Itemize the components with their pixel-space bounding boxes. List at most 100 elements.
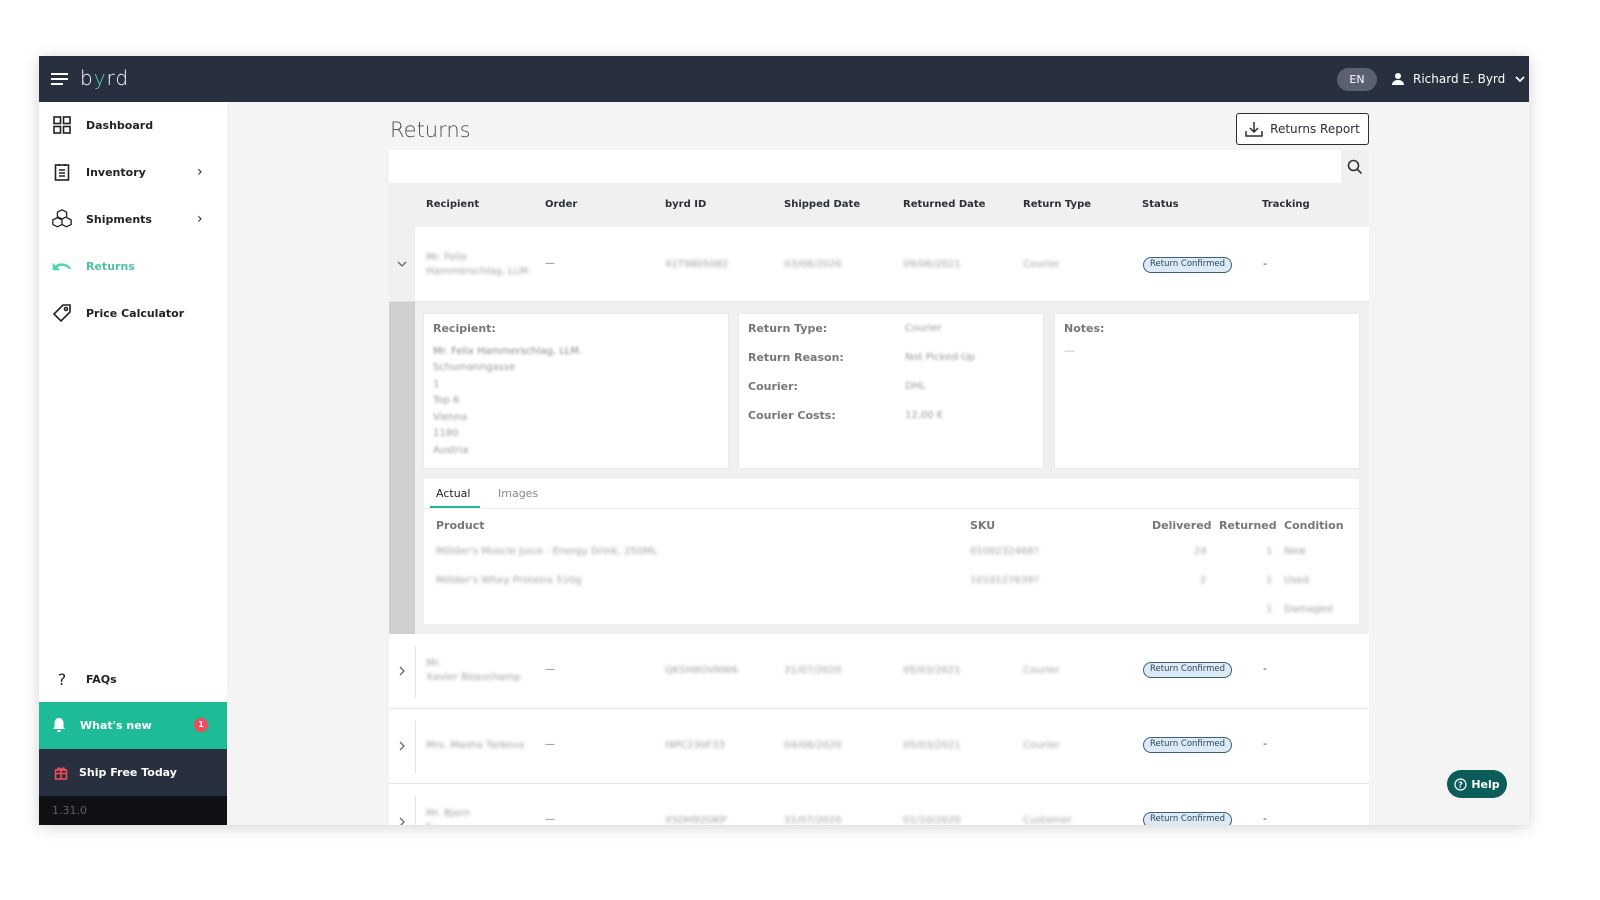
user-menu[interactable]: Richard E. Byrd	[1391, 70, 1527, 88]
menu-icon[interactable]	[51, 73, 68, 86]
expand-button[interactable]	[389, 784, 415, 825]
returns-report-label: Returns Report	[1270, 122, 1360, 136]
clipboard-icon	[51, 161, 73, 183]
field-value: DHL	[905, 381, 926, 392]
tracking-cell: -	[1263, 812, 1267, 825]
whats-new-button[interactable]: What's new 1	[39, 702, 227, 749]
table-row[interactable]: Mrs. Masha Tarkova — I9PC230F33 04/08/20…	[389, 709, 1369, 784]
notes-card: Notes: —	[1055, 314, 1359, 468]
page-title: Returns	[390, 118, 471, 142]
address-line: Top 6	[433, 395, 460, 406]
column-header[interactable]: Tracking	[1262, 199, 1310, 210]
status-badge: Return Confirmed	[1143, 812, 1233, 825]
collapse-button[interactable]	[389, 227, 415, 301]
column-header[interactable]: Status	[1142, 199, 1179, 210]
sidebar-item-label: Shipments	[86, 212, 152, 226]
product-sku: 1010127639?	[970, 575, 1039, 586]
user-name: Richard E. Byrd	[1413, 72, 1506, 86]
returned-date-cell: 09/06/2021	[903, 259, 961, 270]
field-label: Return Reason:	[748, 351, 844, 364]
field-value: 12,00 €	[905, 410, 944, 421]
whats-new-label: What's new	[80, 719, 152, 732]
search-bar	[389, 150, 1369, 183]
address-line: Mr. Felix Hammerschlag, LLM.	[433, 346, 583, 357]
expand-button[interactable]	[389, 634, 415, 708]
help-button[interactable]: ? Help	[1447, 770, 1507, 798]
column-header[interactable]: Order	[545, 199, 577, 210]
return-details-panel: Recipient: Mr. Felix Hammerschlag, LLM. …	[389, 302, 1369, 634]
language-button[interactable]: EN	[1337, 68, 1377, 91]
byrd-id-cell: XSDH92DKP	[665, 815, 727, 825]
product-sku: 0100232468?	[970, 546, 1039, 557]
chevron-right-icon	[399, 741, 405, 751]
product-condition: Used	[1284, 575, 1310, 586]
sidebar-item-faqs[interactable]: ? FAQs	[39, 661, 227, 697]
search-input[interactable]	[389, 150, 1339, 183]
tracking-cell: -	[1263, 662, 1267, 675]
tab-images[interactable]: Images	[498, 487, 538, 500]
search-button[interactable]	[1341, 150, 1369, 183]
status-badge: Return Confirmed	[1143, 737, 1233, 753]
column-header: Product	[436, 519, 485, 532]
bell-icon	[52, 717, 66, 737]
column-header[interactable]: Returned Date	[903, 199, 985, 210]
product-delivered: 2	[1200, 575, 1207, 586]
chevron-down-icon	[1515, 76, 1525, 83]
order-cell: —	[545, 258, 555, 269]
recipient-cell: Hammerschlag, LLM.	[426, 266, 531, 277]
ship-free-today-button[interactable]: Ship Free Today	[39, 749, 227, 796]
top-bar: byrd EN Richard E. Byrd	[39, 56, 1529, 102]
address-line: Austria	[433, 445, 469, 456]
tag-icon	[51, 302, 73, 324]
boxes-icon	[51, 208, 73, 230]
chevron-down-icon	[397, 261, 407, 267]
column-header[interactable]: Shipped Date	[784, 199, 860, 210]
notification-badge: 1	[194, 718, 208, 732]
sidebar-item-label: Price Calculator	[86, 306, 185, 320]
byrd-logo[interactable]: byrd	[80, 66, 129, 90]
table-row[interactable]: Mr. Bjorn S... — XSDH92DKP 31/07/2020 01…	[389, 784, 1369, 825]
tracking-cell: -	[1263, 737, 1267, 750]
search-icon	[1347, 159, 1363, 174]
table-row[interactable]: Mr. Xavier Beauchamp — QKSH8OVNW6 31/07/…	[389, 634, 1369, 709]
return-type-cell: Courier	[1023, 665, 1060, 676]
return-type-cell: Courier	[1023, 259, 1060, 270]
order-cell: —	[545, 739, 555, 750]
returns-report-button[interactable]: Returns Report	[1236, 113, 1369, 145]
tab-actual[interactable]: Actual	[436, 487, 470, 500]
return-info-card: Return Type: Courier Return Reason: Not …	[739, 314, 1043, 468]
address-line: 1	[433, 379, 440, 390]
user-icon	[1392, 73, 1404, 85]
status-badge: Return Confirmed	[1143, 662, 1233, 678]
byrd-id-cell: I9PC230F33	[665, 740, 725, 751]
field-value: Not Picked-Up	[905, 352, 975, 363]
table-row[interactable]: Mr. Felix Hammerschlag, LLM. — 41T980508…	[389, 227, 1369, 302]
sidebar-item-price-calculator[interactable]: Price Calculator	[39, 295, 227, 331]
product-condition: Damaged	[1284, 604, 1333, 615]
chevron-right-icon: ›	[197, 164, 203, 180]
app-version: 1.31.0	[39, 796, 227, 825]
product-returned: 1	[1266, 575, 1273, 586]
byrd-id-cell: QKSH8OVNW6	[665, 665, 738, 676]
column-header[interactable]: Return Type	[1023, 199, 1091, 210]
sidebar-item-returns[interactable]: Returns	[39, 248, 227, 284]
tabs-divider	[424, 508, 1359, 509]
recipient-cell: S...	[426, 822, 442, 825]
recipient-cell: Mrs. Masha Tarkova	[426, 740, 525, 751]
expand-button[interactable]	[389, 709, 415, 783]
sidebar-item-label: Inventory	[86, 165, 146, 179]
svg-text:?: ?	[1459, 780, 1464, 789]
column-header[interactable]: byrd ID	[665, 199, 706, 210]
notes-label: Notes:	[1064, 322, 1105, 335]
gift-icon	[54, 765, 68, 784]
sidebar-item-inventory[interactable]: Inventory ›	[39, 154, 227, 190]
sidebar-item-label: FAQs	[86, 672, 117, 686]
column-header[interactable]: Recipient	[426, 199, 479, 210]
product-condition: New	[1284, 546, 1306, 557]
grid-icon	[51, 114, 73, 136]
sidebar-item-shipments[interactable]: Shipments ›	[39, 201, 227, 237]
field-label: Courier Costs:	[748, 409, 836, 422]
recipient-cell: Mr. Felix	[426, 252, 468, 263]
sidebar-item-dashboard[interactable]: Dashboard	[39, 107, 227, 143]
tracking-cell: -	[1263, 257, 1267, 270]
